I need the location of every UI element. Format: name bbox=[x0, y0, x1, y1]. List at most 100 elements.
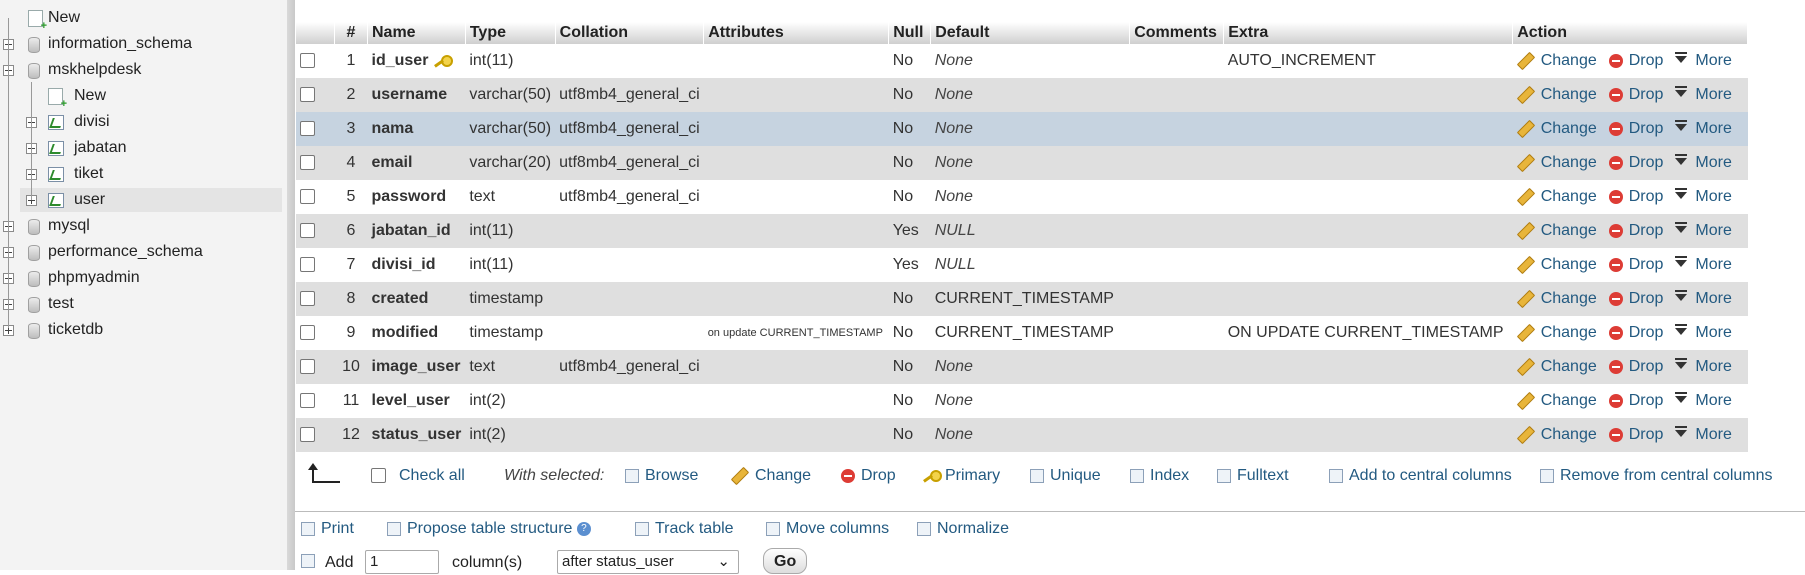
column-count-input[interactable]: 1 bbox=[365, 550, 439, 574]
column-number: 9 bbox=[334, 316, 368, 350]
row-checkbox[interactable] bbox=[296, 214, 335, 248]
more-actions-button[interactable]: More bbox=[1675, 358, 1732, 375]
sidebar-splitter[interactable] bbox=[287, 0, 295, 570]
row-checkbox[interactable] bbox=[296, 44, 335, 78]
more-actions-button[interactable]: More bbox=[1675, 154, 1732, 171]
change-column-button[interactable]: Change bbox=[1516, 391, 1597, 410]
more-actions-button[interactable]: More bbox=[1675, 324, 1732, 341]
tree-item-mskhelpdesk[interactable]: mskhelpdesk bbox=[0, 58, 282, 82]
row-checkbox[interactable] bbox=[296, 146, 335, 180]
tree-item-tiket[interactable]: tiket bbox=[20, 162, 282, 186]
column-position-select[interactable]: after status_user ⌄ bbox=[557, 550, 739, 574]
tree-item-phpmyadmin[interactable]: phpmyadmin bbox=[0, 266, 282, 290]
bulk-change-button[interactable]: Change bbox=[730, 466, 811, 485]
go-button[interactable]: Go bbox=[763, 548, 808, 574]
tree-item-new[interactable]: New bbox=[20, 84, 282, 110]
column-default: None bbox=[930, 418, 1130, 452]
tree-item-divisi[interactable]: divisi bbox=[20, 110, 282, 134]
more-actions-button[interactable]: More bbox=[1675, 120, 1732, 137]
pencil-icon bbox=[1516, 391, 1535, 410]
check-all-checkbox[interactable] bbox=[371, 467, 386, 485]
change-column-button[interactable]: Change bbox=[1516, 357, 1597, 376]
row-checkbox[interactable] bbox=[296, 384, 335, 418]
bulk-drop-button[interactable]: Drop bbox=[841, 467, 896, 485]
help-icon[interactable]: ? bbox=[576, 521, 591, 536]
header-name[interactable]: Name bbox=[367, 22, 466, 44]
more-actions-button[interactable]: More bbox=[1675, 188, 1732, 205]
change-column-button[interactable]: Change bbox=[1516, 323, 1597, 342]
drop-column-button[interactable]: Drop bbox=[1608, 290, 1663, 307]
row-checkbox[interactable] bbox=[296, 316, 335, 350]
row-checkbox[interactable] bbox=[296, 248, 335, 282]
pencil-icon bbox=[1516, 221, 1535, 240]
tree-item-ticketdb[interactable]: ticketdb bbox=[0, 318, 282, 342]
drop-column-button[interactable]: Drop bbox=[1608, 256, 1663, 273]
tree-item-user[interactable]: user bbox=[20, 188, 282, 212]
bulk-primary-button[interactable]: Primary bbox=[923, 467, 1000, 485]
drop-column-button[interactable]: Drop bbox=[1608, 426, 1663, 443]
row-checkbox[interactable] bbox=[296, 418, 335, 452]
tree-item-performance-schema[interactable]: performance_schema bbox=[0, 240, 282, 264]
more-icon bbox=[1675, 290, 1688, 302]
change-column-button[interactable]: Change bbox=[1516, 85, 1597, 104]
tree-item-test[interactable]: test bbox=[0, 292, 282, 316]
tree-item-information-schema[interactable]: information_schema bbox=[0, 32, 282, 56]
column-attributes bbox=[703, 350, 889, 384]
drop-column-button[interactable]: Drop bbox=[1608, 188, 1663, 205]
header-default[interactable]: Default bbox=[930, 22, 1131, 44]
tree-item-new[interactable]: New bbox=[0, 6, 282, 32]
header-extra[interactable]: Extra bbox=[1223, 22, 1514, 44]
change-column-button[interactable]: Change bbox=[1516, 119, 1597, 138]
drop-column-button[interactable]: Drop bbox=[1608, 392, 1663, 409]
more-actions-button[interactable]: More bbox=[1675, 290, 1732, 307]
bulk-fulltext-button[interactable]: Fulltext bbox=[1217, 467, 1289, 485]
header-null[interactable]: Null bbox=[888, 22, 932, 44]
drop-column-button[interactable]: Drop bbox=[1608, 86, 1663, 103]
normalize-button[interactable]: Normalize bbox=[917, 520, 1009, 538]
more-actions-button[interactable]: More bbox=[1675, 256, 1732, 273]
drop-column-button[interactable]: Drop bbox=[1608, 52, 1663, 69]
change-column-button[interactable]: Change bbox=[1516, 221, 1597, 240]
change-column-button[interactable]: Change bbox=[1516, 51, 1597, 70]
change-column-button[interactable]: Change bbox=[1516, 289, 1597, 308]
drop-column-button[interactable]: Drop bbox=[1608, 324, 1663, 341]
more-actions-button[interactable]: More bbox=[1675, 52, 1732, 69]
header-type[interactable]: Type bbox=[465, 22, 556, 44]
drop-icon bbox=[1608, 427, 1623, 442]
more-actions-button[interactable]: More bbox=[1675, 392, 1732, 409]
fulltext-icon bbox=[1217, 468, 1231, 483]
change-column-button[interactable]: Change bbox=[1516, 425, 1597, 444]
header-collation[interactable]: Collation bbox=[555, 22, 705, 44]
bulk-add-central-button[interactable]: Add to central columns bbox=[1329, 467, 1512, 485]
bulk-unique-button[interactable]: Unique bbox=[1030, 467, 1101, 485]
propose-structure-button[interactable]: Propose table structure ? bbox=[387, 520, 591, 538]
check-all-label[interactable]: Check all bbox=[399, 467, 465, 485]
row-checkbox[interactable] bbox=[296, 78, 335, 112]
print-button[interactable]: Print bbox=[301, 520, 354, 538]
change-column-button[interactable]: Change bbox=[1516, 255, 1597, 274]
bulk-remove-central-button[interactable]: Remove from central columns bbox=[1540, 467, 1773, 485]
column-extra: ON UPDATE CURRENT_TIMESTAMP bbox=[1223, 316, 1513, 350]
header-attributes[interactable]: Attributes bbox=[703, 22, 890, 44]
track-table-button[interactable]: Track table bbox=[635, 520, 734, 538]
drop-column-button[interactable]: Drop bbox=[1608, 154, 1663, 171]
header-comments[interactable]: Comments bbox=[1129, 22, 1225, 44]
more-actions-button[interactable]: More bbox=[1675, 426, 1732, 443]
tree-item-jabatan[interactable]: jabatan bbox=[20, 136, 282, 160]
column-comments bbox=[1129, 418, 1224, 452]
row-checkbox[interactable] bbox=[296, 282, 335, 316]
bulk-index-button[interactable]: Index bbox=[1130, 467, 1189, 485]
drop-column-button[interactable]: Drop bbox=[1608, 358, 1663, 375]
tree-item-mysql[interactable]: mysql bbox=[0, 214, 282, 238]
bulk-browse-button[interactable]: Browse bbox=[625, 467, 698, 485]
row-checkbox[interactable] bbox=[296, 180, 335, 214]
move-columns-button[interactable]: Move columns bbox=[766, 520, 889, 538]
change-column-button[interactable]: Change bbox=[1516, 187, 1597, 206]
row-checkbox[interactable] bbox=[296, 112, 335, 146]
drop-column-button[interactable]: Drop bbox=[1608, 222, 1663, 239]
more-actions-button[interactable]: More bbox=[1675, 222, 1732, 239]
more-actions-button[interactable]: More bbox=[1675, 86, 1732, 103]
change-column-button[interactable]: Change bbox=[1516, 153, 1597, 172]
row-checkbox[interactable] bbox=[296, 350, 335, 384]
drop-column-button[interactable]: Drop bbox=[1608, 120, 1663, 137]
